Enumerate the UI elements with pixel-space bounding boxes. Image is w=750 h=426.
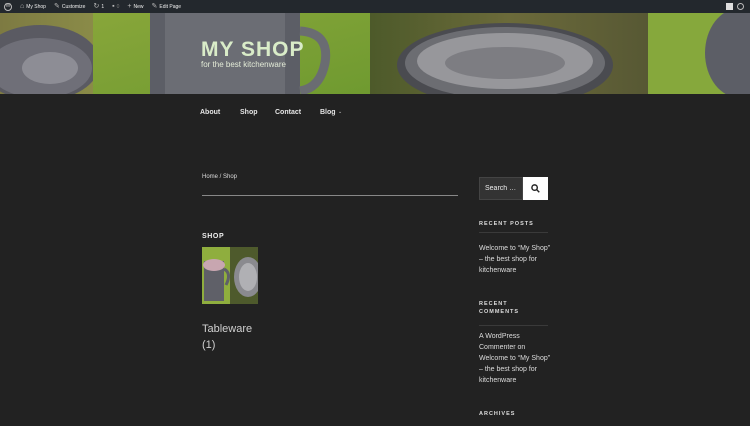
- page-title: SHOP: [202, 233, 225, 240]
- edit-page-label: Edit Page: [159, 3, 182, 10]
- nav-item-contact[interactable]: Contact: [275, 109, 301, 116]
- brush-icon: ✎: [53, 3, 60, 10]
- category-thumbnail[interactable]: [202, 247, 258, 304]
- recent-posts-title: RECENT POSTS: [479, 221, 534, 227]
- new-label: New: [133, 3, 144, 10]
- nav-item-about[interactable]: About: [200, 109, 220, 116]
- recent-comments-title-line2: COMMENTS: [479, 309, 520, 315]
- updates-count: 1: [101, 3, 105, 10]
- breadcrumb[interactable]: Home / Shop: [202, 174, 237, 180]
- archives-title: ARCHIVES: [479, 411, 516, 417]
- search-icon: [531, 184, 540, 193]
- site-name-label: My Shop: [26, 3, 46, 10]
- new-content-menu[interactable]: + New: [123, 0, 147, 13]
- nav-item-shop[interactable]: Shop: [240, 109, 258, 116]
- comments-count: 0: [116, 3, 120, 10]
- comments-link[interactable]: ▪ 0: [108, 0, 123, 13]
- site-tagline: for the best kitchenware: [201, 60, 286, 69]
- chevron-down-icon[interactable]: ⌄: [338, 109, 342, 115]
- widget-divider: [479, 325, 548, 326]
- recent-comment-link[interactable]: A WordPress Commenter on Welcome to “My …: [479, 331, 553, 386]
- site-header: MY SHOP for the best kitchenware: [0, 13, 750, 94]
- pencil-icon: ✎: [151, 3, 158, 10]
- updates-icon: ↻: [93, 3, 100, 10]
- wordpress-logo-menu[interactable]: W: [0, 0, 16, 13]
- breadcrumb-divider: [202, 195, 458, 196]
- user-avatar[interactable]: [726, 3, 733, 10]
- search-form: [479, 177, 548, 200]
- search-button[interactable]: [523, 177, 548, 200]
- wordpress-icon: W: [4, 2, 12, 11]
- recent-comments-title-line1: RECENT: [479, 301, 508, 307]
- category-name[interactable]: Tableware: [202, 323, 252, 335]
- edit-page-link[interactable]: ✎ Edit Page: [148, 0, 186, 13]
- header-image: [0, 13, 750, 94]
- main-navigation: About Shop Contact Blog ⌄: [0, 94, 750, 130]
- search-input[interactable]: [479, 177, 523, 200]
- site-name-menu[interactable]: ⌂ My Shop: [16, 0, 50, 13]
- admin-bar: W ⌂ My Shop ✎ Customize ↻ 1 ▪ 0 + New ✎ …: [0, 0, 750, 13]
- customize-label: Customize: [61, 3, 86, 10]
- plus-icon: +: [127, 3, 132, 10]
- home-icon: ⌂: [20, 3, 25, 10]
- recent-post-link[interactable]: Welcome to “My Shop” – the best shop for…: [479, 243, 553, 276]
- category-count: (1): [202, 339, 216, 351]
- updates-link[interactable]: ↻ 1: [89, 0, 108, 13]
- recent-comments-title: RECENT COMMENTS: [479, 301, 519, 315]
- comment-icon: ▪: [112, 3, 115, 10]
- widget-divider: [479, 232, 548, 233]
- site-title[interactable]: MY SHOP: [201, 38, 304, 62]
- admin-search-icon[interactable]: [737, 3, 744, 10]
- category-image: [202, 247, 258, 304]
- customize-link[interactable]: ✎ Customize: [50, 0, 90, 13]
- nav-item-blog[interactable]: Blog: [320, 109, 336, 116]
